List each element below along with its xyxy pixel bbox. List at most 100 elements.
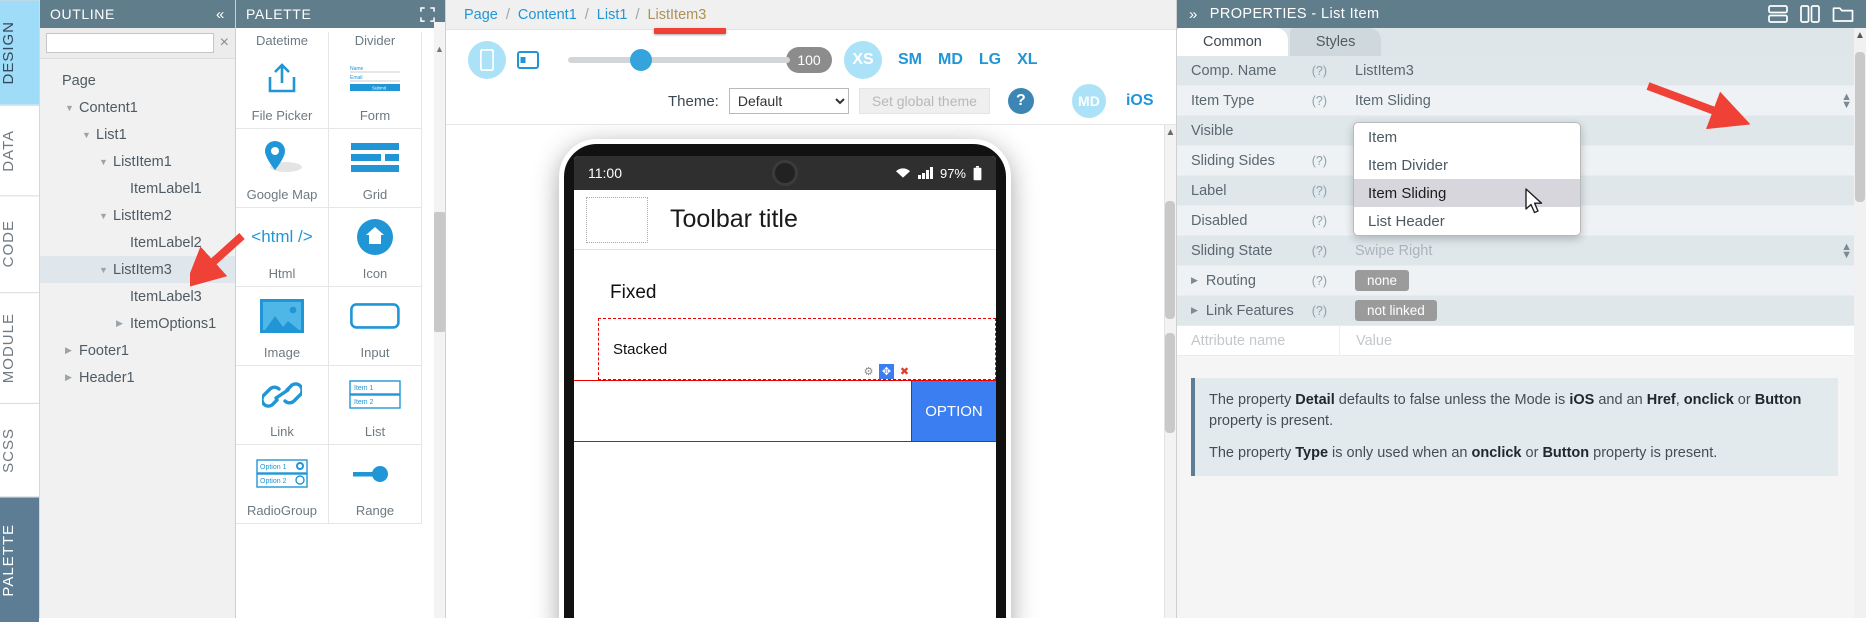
tree-node-list1[interactable]: List1: [40, 121, 235, 148]
stepper-icon[interactable]: ▲ ▼: [1841, 91, 1852, 110]
phone-device-icon[interactable]: [468, 41, 506, 79]
property-value[interactable]: Swipe Right: [1355, 243, 1432, 259]
sliding-item-content[interactable]: [574, 381, 912, 441]
canvas-scrollbar[interactable]: ▲: [1164, 125, 1176, 618]
palette-item-input[interactable]: Input: [329, 287, 422, 366]
breakpoint-lg[interactable]: LG: [979, 51, 1001, 69]
property-pill[interactable]: none: [1355, 270, 1410, 291]
help-hint[interactable]: (?): [1312, 274, 1339, 288]
expand-icon[interactable]: [420, 6, 435, 22]
zoom-slider-knob[interactable]: [630, 49, 652, 71]
palette-item-divider[interactable]: Divider: [329, 32, 422, 50]
help-hint[interactable]: (?): [1312, 214, 1339, 228]
breakpoint-sm[interactable]: SM: [898, 51, 922, 69]
rail-tab-code[interactable]: CODE: [0, 195, 39, 292]
breadcrumb-item-page[interactable]: Page: [464, 7, 498, 23]
stepper-icon[interactable]: ▲ ▼: [1841, 241, 1852, 260]
canvas-scroll-thumb[interactable]: [1165, 201, 1175, 319]
move-icon[interactable]: ✥: [879, 364, 894, 379]
tree-twisty-icon[interactable]: [99, 265, 113, 275]
tree-node-itemoptions1[interactable]: ItemOptions1: [40, 310, 235, 337]
palette-item-icon[interactable]: Icon: [329, 208, 422, 287]
help-icon[interactable]: ?: [1007, 88, 1034, 114]
rows-layout-icon[interactable]: [1768, 5, 1788, 23]
expand-twisty-icon[interactable]: ▶: [1191, 305, 1198, 316]
breadcrumb-item-list1[interactable]: List1: [597, 7, 628, 23]
theme-select[interactable]: Default: [728, 88, 849, 114]
outline-search-input[interactable]: [46, 33, 214, 53]
item-type-dropdown[interactable]: Item Item Divider Item Sliding List Header: [1353, 122, 1581, 236]
help-hint[interactable]: (?): [1312, 64, 1339, 78]
dropdown-option-item-divider[interactable]: Item Divider: [1354, 151, 1580, 179]
tree-node-itemlabel2[interactable]: ItemLabel2: [40, 229, 235, 256]
help-hint[interactable]: (?): [1312, 244, 1339, 258]
sliding-option-button[interactable]: OPTION: [912, 381, 996, 441]
canvas-scroll-up-icon[interactable]: ▲: [1165, 125, 1176, 138]
properties-scroll-up-icon[interactable]: ▲: [1854, 28, 1866, 41]
clear-search-icon[interactable]: ×: [220, 34, 229, 52]
tree-twisty-icon[interactable]: [82, 130, 96, 140]
tree-node-itemlabel3[interactable]: ItemLabel3: [40, 283, 235, 310]
help-hint[interactable]: (?): [1312, 94, 1339, 108]
palette-item-link[interactable]: Link: [236, 366, 329, 445]
help-hint[interactable]: (?): [1312, 154, 1339, 168]
expand-right-icon[interactable]: »: [1189, 7, 1198, 22]
help-hint[interactable]: (?): [1312, 304, 1339, 318]
palette-item-radiogroup[interactable]: Option 1 Option 2 RadioGroup: [236, 445, 329, 524]
tree-node-listitem3[interactable]: ListItem3: [40, 256, 235, 283]
collapse-left-icon[interactable]: «: [216, 7, 225, 22]
canvas-scroll-thumb-secondary[interactable]: [1165, 333, 1175, 433]
list-item-sliding[interactable]: ⚙ ✥ ✖ OPTION: [574, 364, 996, 442]
palette-item-grid[interactable]: Grid: [329, 129, 422, 208]
help-hint[interactable]: (?): [1312, 184, 1339, 198]
breadcrumb-item-content1[interactable]: Content1: [518, 7, 577, 23]
tablet-device-icon[interactable]: [510, 41, 546, 79]
palette-item-datetime[interactable]: Datetime: [236, 32, 329, 50]
attribute-value-input[interactable]: Value: [1339, 326, 1866, 355]
folder-icon[interactable]: [1832, 5, 1854, 23]
list-item-stacked[interactable]: Stacked: [598, 318, 996, 380]
palette-item-file-picker[interactable]: File Picker: [236, 50, 329, 129]
toolbar-placeholder-slot[interactable]: [586, 196, 648, 243]
tree-node-footer1[interactable]: Footer1: [40, 337, 235, 364]
dropdown-option-item[interactable]: Item: [1354, 123, 1580, 151]
rail-tab-data[interactable]: DATA: [0, 104, 39, 196]
palette-scroll-up-icon[interactable]: ▲: [434, 44, 445, 58]
attribute-entry-row[interactable]: Attribute name Value: [1177, 326, 1866, 356]
palette-item-html[interactable]: <html /> Html: [236, 208, 329, 287]
tree-node-itemlabel1[interactable]: ItemLabel1: [40, 175, 235, 202]
breakpoint-xl[interactable]: XL: [1017, 51, 1037, 69]
close-icon[interactable]: ✖: [897, 364, 912, 379]
list-item-fixed[interactable]: Fixed: [574, 250, 996, 318]
properties-scroll-thumb[interactable]: [1855, 52, 1865, 202]
tree-twisty-icon[interactable]: [116, 318, 130, 329]
property-value[interactable]: ListItem3: [1355, 63, 1414, 79]
tree-twisty-icon[interactable]: [99, 211, 113, 221]
tree-node-listitem1[interactable]: ListItem1: [40, 148, 235, 175]
palette-item-list[interactable]: Item 1 Item 2 List: [329, 366, 422, 445]
columns-layout-icon[interactable]: [1800, 5, 1820, 23]
palette-scrollbar[interactable]: ▲: [434, 22, 445, 618]
mode-md-toggle[interactable]: MD: [1071, 84, 1106, 118]
palette-item-form[interactable]: Name Email Submit Form: [329, 50, 422, 129]
property-value[interactable]: Item Sliding: [1355, 93, 1431, 109]
expand-twisty-icon[interactable]: ▶: [1191, 275, 1198, 286]
tree-node-listitem2[interactable]: ListItem2: [40, 202, 235, 229]
tree-node-content1[interactable]: Content1: [40, 94, 235, 121]
breakpoint-md[interactable]: MD: [938, 51, 963, 69]
set-global-theme-button[interactable]: Set global theme: [858, 88, 990, 114]
attribute-name-input[interactable]: Attribute name: [1177, 333, 1339, 349]
palette-item-image[interactable]: Image: [236, 287, 329, 366]
zoom-slider[interactable]: [568, 49, 790, 71]
tree-twisty-icon[interactable]: [65, 372, 79, 383]
rail-tab-module[interactable]: MODULE: [0, 291, 39, 403]
tree-node-header1[interactable]: Header1: [40, 364, 235, 391]
palette-item-google-map[interactable]: Google Map: [236, 129, 329, 208]
gear-icon[interactable]: ⚙: [861, 364, 876, 379]
breadcrumb-item-listitem3[interactable]: ListItem3: [647, 7, 706, 23]
breakpoint-xs[interactable]: XS: [844, 41, 882, 79]
rail-tab-design[interactable]: DESIGN: [0, 0, 39, 105]
tree-twisty-icon[interactable]: [65, 345, 79, 356]
mode-ios-toggle[interactable]: iOS: [1126, 92, 1154, 110]
properties-scrollbar[interactable]: ▲: [1854, 28, 1866, 618]
